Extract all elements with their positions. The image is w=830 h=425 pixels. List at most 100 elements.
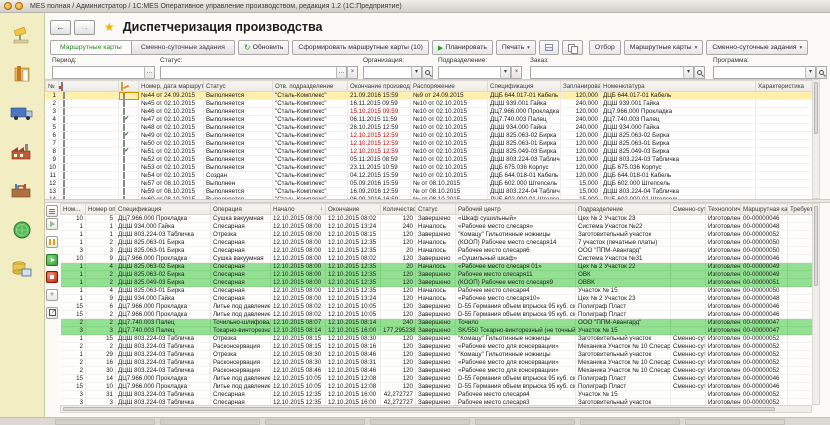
cell-nomen[interactable]: ДЦШ 825.063-02 Бирка (601, 132, 756, 140)
column-header-8[interactable]: Спецификация (488, 81, 561, 92)
cell-card[interactable]: 00-00000046 (741, 303, 788, 311)
cell-dept[interactable]: Механика Участок № 10 Слесарный уча... (576, 343, 671, 351)
cell-spec[interactable]: ДЦБ 602.000 Штепсель (488, 180, 561, 188)
table-row[interactable]: 12ДЦШ 825.063-02 БиркаСлесарная12.10.201… (61, 271, 813, 279)
copy-button[interactable] (562, 40, 583, 55)
cell-qty[interactable]: 120 (381, 279, 416, 287)
cell-dept[interactable]: "Сталь-Комплекс" (273, 100, 348, 108)
cell-op[interactable]: 10 (86, 383, 116, 391)
cell-shift[interactable] (671, 391, 706, 399)
main-menu-button[interactable] (15, 2, 23, 10)
clear-button[interactable]: × (511, 66, 522, 79)
cell-wc[interactable]: "Комацу" Гильотинные ножницы (456, 231, 576, 239)
cell-dept[interactable]: Цех № 2 Участок 23 (576, 215, 671, 223)
cell-qty[interactable]: 177,295238 (381, 327, 416, 335)
cell-operation[interactable]: Слесарная (211, 295, 271, 303)
cell-chr[interactable] (756, 188, 813, 196)
search-button[interactable] (694, 66, 705, 79)
table-row[interactable]: 33ДЦШ 825.063-01 БиркаСлесарная12.10.201… (61, 247, 813, 255)
cell-end[interactable]: 12.10.2015 12:59 (348, 140, 411, 148)
cell-chk1[interactable] (59, 188, 119, 196)
cell-end[interactable]: 12.10.2015 08:15 (326, 231, 381, 239)
cell-nomen[interactable]: ДЦБ 602.000 Штепсель (601, 180, 756, 188)
lower-scrollbar-thumb[interactable] (814, 206, 818, 286)
cell-chk2[interactable] (119, 164, 139, 172)
row-checkbox[interactable] (63, 124, 65, 132)
cell-status[interactable]: Завершено (416, 231, 456, 239)
cell-wc[interactable]: «Рабочее место слесаря10» (456, 295, 576, 303)
cell-wc[interactable]: "Комацу" Гильотинные ножницы (456, 351, 576, 359)
cell-dept[interactable]: Система Участок №22 (576, 223, 671, 231)
cell-shift[interactable]: Сменно-сут... (671, 375, 706, 383)
cell-operation[interactable]: Слесарная (211, 239, 271, 247)
cell-planned[interactable]: 120,000 (561, 108, 601, 116)
play-button[interactable] (46, 218, 58, 230)
cell-end[interactable]: 12.10.2015 08:31 (326, 359, 381, 367)
cell-spec[interactable]: ДЦ7.966.000 Прокладка (116, 255, 211, 263)
cell-order[interactable]: №10 от 02.10.2015 (411, 100, 488, 108)
cell-ot[interactable] (788, 231, 813, 239)
column-header-13[interactable]: Требует ОТ (788, 204, 813, 215)
cell-number[interactable]: №47 от 02.10.2015 (139, 116, 204, 124)
cell-ot[interactable] (788, 335, 813, 343)
cell-num[interactable]: 15 (61, 383, 86, 391)
cell-spec[interactable]: ДЦБ 675.036 Корпус (488, 164, 561, 172)
cell-start[interactable]: 12.10.2015 08:00 (271, 255, 326, 263)
cell-dept[interactable]: Механика Участок № 10 Слесарный уча... (576, 359, 671, 367)
cell-card[interactable]: 00-00000046 (741, 255, 788, 263)
cell-end[interactable]: 12.10.2015 12:35 (326, 287, 381, 295)
cell-order[interactable]: №10 от 02.10.2015 (411, 148, 488, 156)
cell-dept[interactable]: Полиграф Пласт (576, 383, 671, 391)
cell-start[interactable]: 12.10.2015 08:30 (271, 351, 326, 359)
cell-ot[interactable] (788, 247, 813, 255)
cell-qty[interactable]: 240 (381, 223, 416, 231)
cell-order[interactable]: № от 08.10.2015 (411, 180, 488, 188)
cell-shift[interactable] (671, 271, 706, 279)
cell-end[interactable]: 12.10.2015 08:30 (326, 335, 381, 343)
column-header-9[interactable]: Подразделение (576, 204, 671, 215)
cell-shift[interactable] (671, 287, 706, 295)
cell-tech[interactable]: Изготовлен... (706, 319, 741, 327)
cell-shift[interactable] (671, 295, 706, 303)
cell-start[interactable]: 12.10.2015 08:15 (271, 343, 326, 351)
sidebar-section-data-icon[interactable] (5, 256, 39, 282)
column-header-6[interactable]: Количество (381, 204, 416, 215)
filter-input[interactable] (160, 66, 336, 79)
cell-tech[interactable]: Изготовлен... (706, 343, 741, 351)
upper-scrollbar-thumb[interactable] (814, 82, 818, 134)
cell-status[interactable]: Создан (204, 172, 273, 180)
cell-ot[interactable] (788, 343, 813, 351)
cell-shift[interactable]: Сменно-сут... (671, 367, 706, 375)
cell-tech[interactable]: Изготовлен... (706, 391, 741, 399)
cell-operation[interactable]: Отрезка (211, 335, 271, 343)
table-row[interactable]: 3№46 от 02.10.2015Выполняется"Сталь-Комп… (46, 108, 813, 116)
cell-n[interactable]: 12 (46, 180, 59, 188)
cell-num[interactable]: 3 (61, 391, 86, 399)
table-row[interactable]: 156ДЦ7.966.000 ПрокладкаЛитье под давлен… (61, 303, 813, 311)
cell-spec[interactable]: ДЦ7.966.000 Прокладка (116, 383, 211, 391)
cell-order[interactable]: №10 от 02.10.2015 (411, 116, 488, 124)
column-header-1[interactable] (59, 81, 119, 92)
cell-planned[interactable]: 240,000 (561, 124, 601, 132)
cell-end[interactable]: 12.10.2015 16:00 (326, 327, 381, 335)
cell-op[interactable]: 2 (86, 319, 116, 327)
cell-operation[interactable]: Расконсервация (211, 343, 271, 351)
cell-n[interactable]: 13 (46, 188, 59, 196)
cell-n[interactable]: 11 (46, 172, 59, 180)
column-header-4[interactable]: Статус (204, 81, 273, 92)
cell-dept[interactable]: Полиграф Пласт (576, 311, 671, 319)
cell-tech[interactable]: Изготовлен... (706, 239, 741, 247)
cell-card[interactable]: 00-00000052 (741, 391, 788, 399)
cell-dept[interactable]: Система Участок №31 (576, 255, 671, 263)
cell-op[interactable]: 30 (86, 367, 116, 375)
report-button[interactable] (539, 40, 559, 55)
cell-status[interactable]: Завершено (416, 271, 456, 279)
clear-button[interactable]: × (347, 66, 358, 79)
cell-start[interactable]: 12.10.2015 08:00 (271, 287, 326, 295)
column-header-11[interactable]: Характеристика (756, 81, 813, 92)
table-row[interactable]: 4№47 от 02.10.2015Выполняется"Сталь-Комп… (46, 116, 813, 124)
table-row[interactable]: 6№49 от 02.10.2015Выполняется"Сталь-Комп… (46, 132, 813, 140)
cell-shift[interactable] (671, 247, 706, 255)
cell-number[interactable]: №49 от 02.10.2015 (139, 132, 204, 140)
cell-status[interactable]: Завершено (416, 391, 456, 399)
